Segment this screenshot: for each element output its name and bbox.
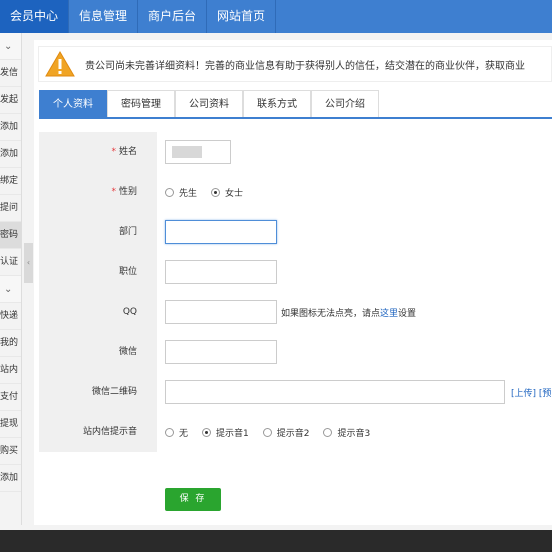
- sidebar-collapse-handle[interactable]: ‹: [24, 243, 33, 283]
- sidebar-item-password[interactable]: 密码: [0, 222, 21, 249]
- qq-input[interactable]: [165, 300, 277, 324]
- tab-company-intro[interactable]: 公司介绍: [311, 90, 379, 117]
- department-input[interactable]: [165, 220, 277, 244]
- top-nav: 会员中心 信息管理 商户后台 网站首页: [0, 0, 552, 33]
- profile-form: * 姓名 * 性别 先生 女士 部门 职位 QQ 如果图标无法点亮，请点这里设置…: [39, 132, 552, 511]
- nav-info-management[interactable]: 信息管理: [69, 0, 139, 33]
- form-row-name: * 姓名: [39, 132, 552, 172]
- profile-tabs: 个人资料 密码管理 公司资料 联系方式 公司介绍: [39, 90, 552, 119]
- radio-icon: [323, 427, 333, 437]
- required-mark: *: [111, 187, 116, 197]
- department-label: 部门: [39, 212, 157, 252]
- radio-icon: [262, 427, 272, 437]
- tab-personal-info[interactable]: 个人资料: [39, 90, 107, 117]
- form-row-position: 职位: [39, 252, 552, 292]
- nav-member-center[interactable]: 会员中心: [0, 0, 70, 33]
- main-content: 贵公司尚未完善详细资料！完善的商业信息有助于获得别人的信任，结交潜在的商业伙伴，…: [34, 40, 552, 525]
- sidebar: ⌄ 发信 发起 添加 添加 绑定 提问 密码 认证 ⌄ 快递 我的 站内 支付 …: [0, 33, 22, 525]
- radio-checked-icon: [202, 427, 212, 437]
- radio-checked-icon: [211, 187, 221, 197]
- sidebar-section-toggle[interactable]: ⌄: [0, 33, 21, 60]
- form-row-wechat-qr: 微信二维码 [上传] [预: [39, 372, 552, 412]
- notify-radio-none[interactable]: 无: [165, 426, 188, 439]
- name-field[interactable]: [165, 140, 231, 164]
- sidebar-item[interactable]: 提问: [0, 195, 21, 222]
- sidebar-item[interactable]: 站内: [0, 357, 21, 384]
- sidebar-item[interactable]: 我的: [0, 330, 21, 357]
- wechat-label: 微信: [39, 332, 157, 372]
- sidebar-item[interactable]: 快递: [0, 303, 21, 330]
- required-mark: *: [111, 147, 116, 157]
- wechat-qr-input[interactable]: [165, 380, 505, 404]
- sidebar-item[interactable]: 认证: [0, 249, 21, 276]
- incomplete-profile-notice: 贵公司尚未完善详细资料！完善的商业信息有助于获得别人的信任，结交潜在的商业伙伴，…: [38, 46, 552, 82]
- radio-icon: [165, 187, 174, 197]
- position-label: 职位: [39, 252, 157, 292]
- notify-sound-label: 站内信提示音: [39, 412, 157, 452]
- qq-setup-link[interactable]: 这里: [380, 309, 398, 319]
- gender-label: 性别: [118, 187, 137, 197]
- tab-password[interactable]: 密码管理: [107, 90, 175, 117]
- sidebar-item[interactable]: 发信: [0, 60, 21, 87]
- sidebar-item[interactable]: 添加: [0, 114, 21, 141]
- gender-radio-female[interactable]: 女士: [211, 186, 243, 199]
- save-button[interactable]: 保 存: [165, 488, 221, 511]
- sidebar-item[interactable]: 添加: [0, 465, 21, 492]
- form-row-gender: * 性别 先生 女士: [39, 172, 552, 212]
- form-row-qq: QQ 如果图标无法点亮，请点这里设置: [39, 292, 552, 332]
- sidebar-item[interactable]: 提现: [0, 411, 21, 438]
- redacted-name: [172, 146, 202, 158]
- form-row-wechat: 微信: [39, 332, 552, 372]
- wechat-qr-label: 微信二维码: [39, 372, 157, 412]
- notify-radio-sound3[interactable]: 提示音3: [323, 426, 370, 439]
- notify-radio-sound1[interactable]: 提示音1: [202, 426, 249, 439]
- sidebar-item[interactable]: 绑定: [0, 168, 21, 195]
- upload-preview-links[interactable]: [上传] [预: [511, 386, 551, 399]
- qq-label: QQ: [39, 292, 157, 332]
- notify-radio-sound2[interactable]: 提示音2: [262, 426, 309, 439]
- tab-contact[interactable]: 联系方式: [243, 90, 311, 117]
- sidebar-item[interactable]: 添加: [0, 141, 21, 168]
- radio-icon: [165, 427, 174, 437]
- notice-text: 贵公司尚未完善详细资料！完善的商业信息有助于获得别人的信任，结交潜在的商业伙伴，…: [85, 60, 525, 72]
- position-input[interactable]: [165, 260, 277, 284]
- name-label: 姓名: [118, 147, 137, 157]
- nav-site-home[interactable]: 网站首页: [207, 0, 277, 33]
- nav-merchant-backend[interactable]: 商户后台: [138, 0, 208, 33]
- bottom-bar: [0, 530, 552, 552]
- tab-company-info[interactable]: 公司资料: [175, 90, 243, 117]
- sidebar-section-toggle[interactable]: ⌄: [0, 276, 21, 303]
- form-row-notify-sound: 站内信提示音 无 提示音1 提示音2 提示音3: [39, 412, 552, 452]
- sidebar-item[interactable]: 购买: [0, 438, 21, 465]
- sidebar-item[interactable]: 发起: [0, 87, 21, 114]
- warning-icon: [45, 51, 75, 77]
- wechat-input[interactable]: [165, 340, 277, 364]
- qq-hint: 如果图标无法点亮，请点这里设置: [281, 308, 417, 319]
- sidebar-item[interactable]: 支付: [0, 384, 21, 411]
- form-row-department: 部门: [39, 212, 552, 252]
- gender-radio-male[interactable]: 先生: [165, 186, 197, 199]
